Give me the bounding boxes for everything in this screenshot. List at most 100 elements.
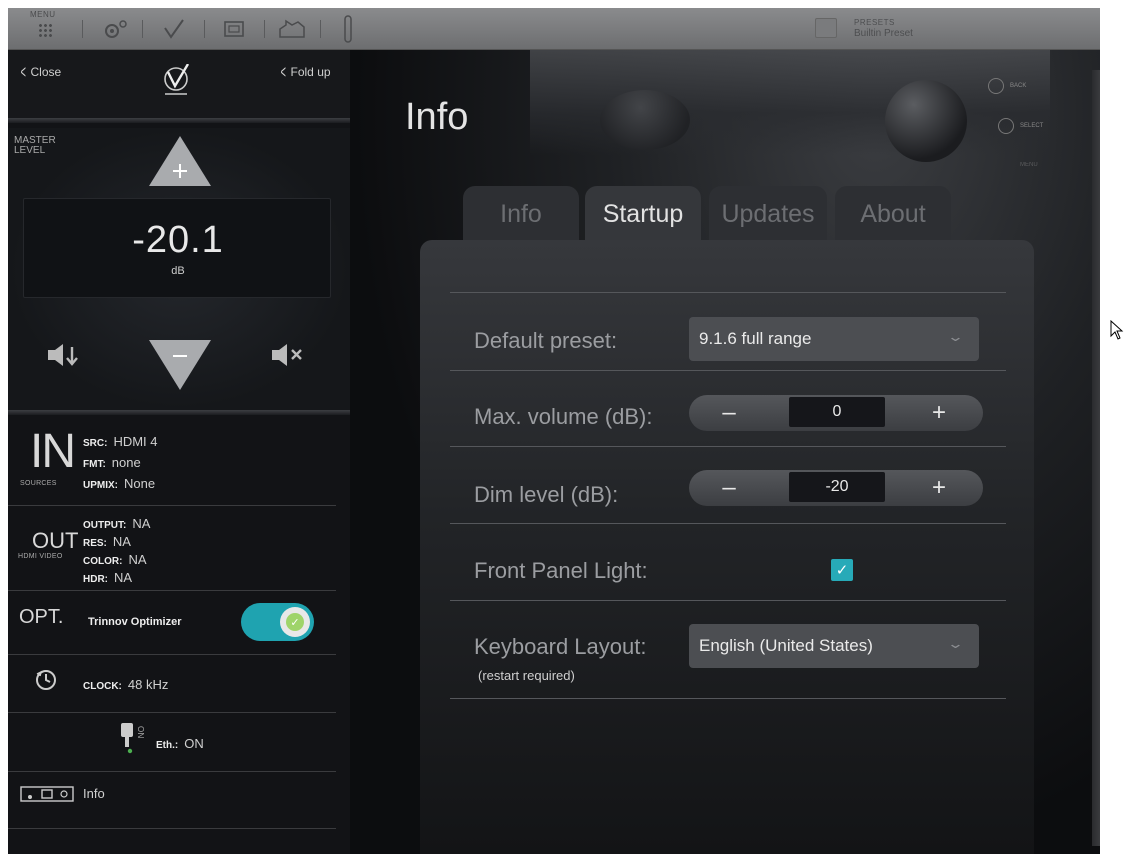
toolbar-separator bbox=[320, 20, 321, 38]
left-panel: < Close < Fold up MASTER LEVEL -20.1 dB bbox=[8, 50, 350, 854]
divider bbox=[450, 523, 1006, 524]
master-level-label: MASTER LEVEL bbox=[14, 135, 56, 156]
toggle-knob: ✓ bbox=[280, 607, 310, 637]
microphone-icon[interactable] bbox=[336, 8, 360, 50]
check-icon: ✓ bbox=[835, 562, 849, 579]
row-separator bbox=[8, 505, 336, 506]
panel-divider bbox=[8, 410, 350, 415]
menu-label: MENU bbox=[30, 10, 56, 19]
presets-label: PRESETS bbox=[854, 18, 895, 27]
main-area: BACK SELECT MENU Info Info Startup Updat… bbox=[350, 50, 1100, 854]
dim-level-decrease-button[interactable]: – bbox=[699, 470, 759, 506]
page-title: Info bbox=[405, 96, 469, 138]
chevron-left-icon: < bbox=[20, 62, 26, 82]
info-link[interactable]: Info bbox=[83, 786, 105, 801]
divider bbox=[450, 698, 1006, 699]
app-screen: MENU PRESETS Builtin Preset < Close < Fo… bbox=[8, 8, 1100, 854]
device-menu-label: MENU bbox=[1020, 162, 1038, 168]
keyboard-restart-note: (restart required) bbox=[478, 668, 575, 683]
panel-divider bbox=[8, 118, 350, 123]
device-back-button bbox=[988, 78, 1004, 94]
menu-grid-icon[interactable] bbox=[38, 23, 52, 37]
optimizer-big-label: OPT. bbox=[19, 606, 64, 628]
output-output: OUTPUT: NA bbox=[83, 516, 151, 531]
ethernet-side-label: ON bbox=[136, 726, 145, 739]
preset-name[interactable]: Builtin Preset bbox=[854, 28, 913, 39]
tab-about[interactable]: About bbox=[835, 186, 951, 242]
default-preset-select[interactable]: 9.1.6 full range ⌄ bbox=[689, 317, 979, 361]
max-volume-decrease-button[interactable]: – bbox=[699, 395, 759, 431]
chevron-left-icon: < bbox=[280, 62, 286, 82]
device-knob bbox=[600, 90, 690, 150]
device-select-label: SELECT bbox=[1020, 123, 1044, 129]
chevron-down-icon: ⌄ bbox=[946, 636, 965, 651]
dim-level-label: Dim level (dB): bbox=[474, 482, 619, 507]
close-button[interactable]: < Close bbox=[18, 62, 62, 83]
row-separator bbox=[8, 654, 336, 655]
device-back-label: BACK bbox=[1010, 83, 1027, 89]
output-caption: HDMI VIDEO bbox=[18, 553, 63, 560]
dim-level-increase-button[interactable]: + bbox=[909, 470, 969, 506]
window-edge bbox=[1092, 70, 1100, 846]
level-display: -20.1 dB bbox=[23, 198, 331, 298]
chevron-down-icon: ⌄ bbox=[946, 329, 965, 344]
divider bbox=[450, 600, 1006, 601]
level-value: -20.1 bbox=[132, 219, 224, 261]
device-info-icon[interactable] bbox=[20, 786, 74, 802]
keyboard-layout-label: Keyboard Layout: bbox=[474, 634, 647, 659]
check-icon: ✓ bbox=[286, 613, 304, 631]
row-separator bbox=[8, 828, 336, 829]
output-color: COLOR: NA bbox=[83, 552, 147, 567]
ethernet-info: Eth.: ON bbox=[156, 736, 204, 751]
level-unit: dB bbox=[171, 265, 185, 277]
device-select-button bbox=[998, 118, 1014, 134]
max-volume-increase-button[interactable]: + bbox=[909, 395, 969, 431]
output-big-label: OUT bbox=[32, 528, 79, 553]
max-volume-label: Max. volume (dB): bbox=[474, 404, 653, 429]
divider bbox=[450, 370, 1006, 371]
optimizer-toggle[interactable]: ✓ bbox=[241, 603, 314, 641]
divider bbox=[450, 446, 1006, 447]
volume-up-button[interactable] bbox=[147, 134, 213, 188]
max-volume-stepper[interactable]: – 0 + bbox=[689, 395, 983, 431]
tab-info[interactable]: Info bbox=[463, 186, 579, 242]
mute-icon[interactable] bbox=[270, 342, 306, 368]
device-knob bbox=[885, 80, 967, 162]
output-res: RES: NA bbox=[83, 534, 131, 549]
tab-updates[interactable]: Updates bbox=[709, 186, 827, 242]
front-panel-light-checkbox[interactable]: ✓ bbox=[831, 559, 853, 581]
input-upmix: UPMIX: None bbox=[83, 476, 156, 491]
gear-icon[interactable] bbox=[98, 8, 134, 50]
input-src: SRC: HDMI 4 bbox=[83, 434, 158, 449]
front-panel-light-label: Front Panel Light: bbox=[474, 558, 648, 583]
room-icon[interactable] bbox=[272, 8, 312, 50]
tab-startup[interactable]: Startup bbox=[585, 186, 701, 242]
left-panel-header: < Close < Fold up bbox=[8, 50, 350, 118]
dim-level-value[interactable]: -20 bbox=[789, 472, 885, 502]
output-hdr: HDR: NA bbox=[83, 570, 133, 585]
dim-volume-icon[interactable] bbox=[46, 342, 82, 368]
volume-down-button[interactable] bbox=[147, 338, 213, 392]
toolbar-separator bbox=[204, 20, 205, 38]
toolbar-separator bbox=[264, 20, 265, 38]
row-separator bbox=[8, 771, 336, 772]
ethernet-plug-icon bbox=[121, 723, 133, 754]
keyboard-layout-value: English (United States) bbox=[699, 636, 873, 655]
row-separator bbox=[8, 712, 336, 713]
default-preset-label: Default preset: bbox=[474, 328, 618, 353]
max-volume-value[interactable]: 0 bbox=[789, 397, 885, 427]
input-caption: SOURCES bbox=[20, 480, 57, 487]
keyboard-layout-select[interactable]: English (United States) ⌄ bbox=[689, 624, 979, 668]
checkmark-icon[interactable] bbox=[156, 8, 192, 50]
folder-icon[interactable] bbox=[815, 18, 837, 38]
input-big-label: IN bbox=[30, 425, 76, 478]
fold-up-button[interactable]: < Fold up bbox=[278, 62, 331, 83]
dim-level-stepper[interactable]: – -20 + bbox=[689, 470, 983, 506]
mouse-cursor-icon bbox=[1110, 320, 1124, 340]
optimizer-name: Trinnov Optimizer bbox=[88, 616, 182, 628]
default-preset-value: 9.1.6 full range bbox=[699, 329, 812, 348]
display-icon[interactable] bbox=[216, 8, 252, 50]
top-toolbar: MENU PRESETS Builtin Preset bbox=[8, 8, 1100, 50]
toolbar-separator bbox=[82, 20, 83, 38]
input-fmt: FMT: none bbox=[83, 455, 141, 470]
